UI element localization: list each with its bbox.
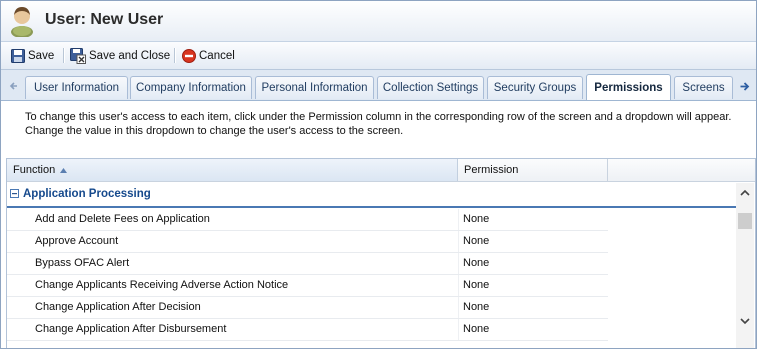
column-header-function-label: Function xyxy=(13,164,56,176)
column-divider xyxy=(458,319,459,340)
column-divider xyxy=(458,253,459,274)
toolbar: Save Save and Close Cancel xyxy=(1,42,756,70)
permission-cell[interactable]: None xyxy=(463,275,489,296)
group-title: Application Processing xyxy=(23,188,151,200)
function-cell: Change Application After Decision xyxy=(35,301,201,313)
cancel-label: Cancel xyxy=(199,50,235,62)
save-label: Save xyxy=(28,50,55,62)
permission-cell[interactable]: None xyxy=(463,253,489,274)
cancel-icon xyxy=(182,49,196,63)
table-row[interactable]: Change Application After Disbursement No… xyxy=(7,319,608,341)
tab-screens[interactable]: Screens xyxy=(674,76,733,99)
column-divider xyxy=(458,275,459,296)
save-and-close-button[interactable]: Save and Close xyxy=(70,47,170,65)
column-divider xyxy=(458,231,459,252)
function-cell: Change Application After Disbursement xyxy=(35,323,227,335)
tab-collection-settings[interactable]: Collection Settings xyxy=(377,76,484,99)
permission-cell[interactable]: None xyxy=(463,319,489,340)
user-window: User: New User Save Save and Close Cance… xyxy=(0,0,757,349)
function-cell: Add and Delete Fees on Application xyxy=(35,213,210,225)
arrow-right-icon xyxy=(740,81,749,91)
tab-scroll-left-button[interactable] xyxy=(7,77,21,95)
column-header-permission-label: Permission xyxy=(464,164,519,176)
function-cell: Bypass OFAC Alert xyxy=(35,257,130,269)
function-cell: Approve Account xyxy=(35,235,119,247)
scroll-up-icon[interactable] xyxy=(739,187,751,199)
table-row[interactable]: Approve Account None xyxy=(7,231,608,253)
permission-cell[interactable]: None xyxy=(463,231,489,252)
column-divider xyxy=(458,297,459,318)
vertical-scrollbar[interactable] xyxy=(736,183,754,348)
save-button[interactable]: Save xyxy=(11,47,54,65)
title-bar: User: New User xyxy=(1,1,756,42)
user-icon xyxy=(11,7,33,37)
scroll-down-icon[interactable] xyxy=(739,315,751,327)
table-row[interactable]: Bypass OFAC Alert None xyxy=(7,253,608,275)
permission-cell[interactable]: None xyxy=(463,297,489,318)
cancel-button[interactable]: Cancel xyxy=(182,47,235,65)
toolbar-divider xyxy=(174,48,176,63)
tab-permissions[interactable]: Permissions xyxy=(586,74,671,100)
collapse-minus-icon[interactable] xyxy=(10,189,19,198)
grid-header: Function Permission xyxy=(7,159,755,182)
toolbar-divider xyxy=(63,48,65,63)
tab-personal-information[interactable]: Personal Information xyxy=(255,76,374,99)
tab-strip: User Information Company Information Per… xyxy=(1,70,756,101)
column-header-permission[interactable]: Permission xyxy=(458,159,608,181)
instructions-line-2: Change the value in this dropdown to cha… xyxy=(25,125,404,137)
table-row[interactable]: Change Application After Decision None xyxy=(7,297,608,319)
sort-ascending-icon xyxy=(60,167,68,173)
group-row-application-processing: Application Processing xyxy=(7,182,736,208)
instructions-text: To change this user's access to each ite… xyxy=(25,110,745,138)
permissions-panel: To change this user's access to each ite… xyxy=(1,101,756,348)
tab-user-information[interactable]: User Information xyxy=(25,76,128,99)
scrollbar-thumb[interactable] xyxy=(738,213,752,229)
instructions-line-1: To change this user's access to each ite… xyxy=(25,111,732,123)
save-close-icon xyxy=(70,48,86,64)
table-row[interactable]: Add and Delete Fees on Application None xyxy=(7,209,608,231)
floppy-disk-icon xyxy=(11,49,25,63)
tab-security-groups[interactable]: Security Groups xyxy=(487,76,583,99)
save-and-close-label: Save and Close xyxy=(89,50,171,62)
window-title: User: New User xyxy=(45,11,164,28)
table-row[interactable]: Change Applicants Receiving Adverse Acti… xyxy=(7,275,608,297)
function-cell: Change Applicants Receiving Adverse Acti… xyxy=(35,279,289,291)
permission-cell[interactable]: None xyxy=(463,209,489,230)
arrow-left-icon xyxy=(9,82,17,90)
tab-company-information[interactable]: Company Information xyxy=(130,76,252,99)
column-divider xyxy=(458,209,459,230)
tab-scroll-right-button[interactable] xyxy=(737,77,751,95)
column-header-function[interactable]: Function xyxy=(7,159,458,181)
permissions-grid: Function Permission Application Processi… xyxy=(6,158,756,348)
